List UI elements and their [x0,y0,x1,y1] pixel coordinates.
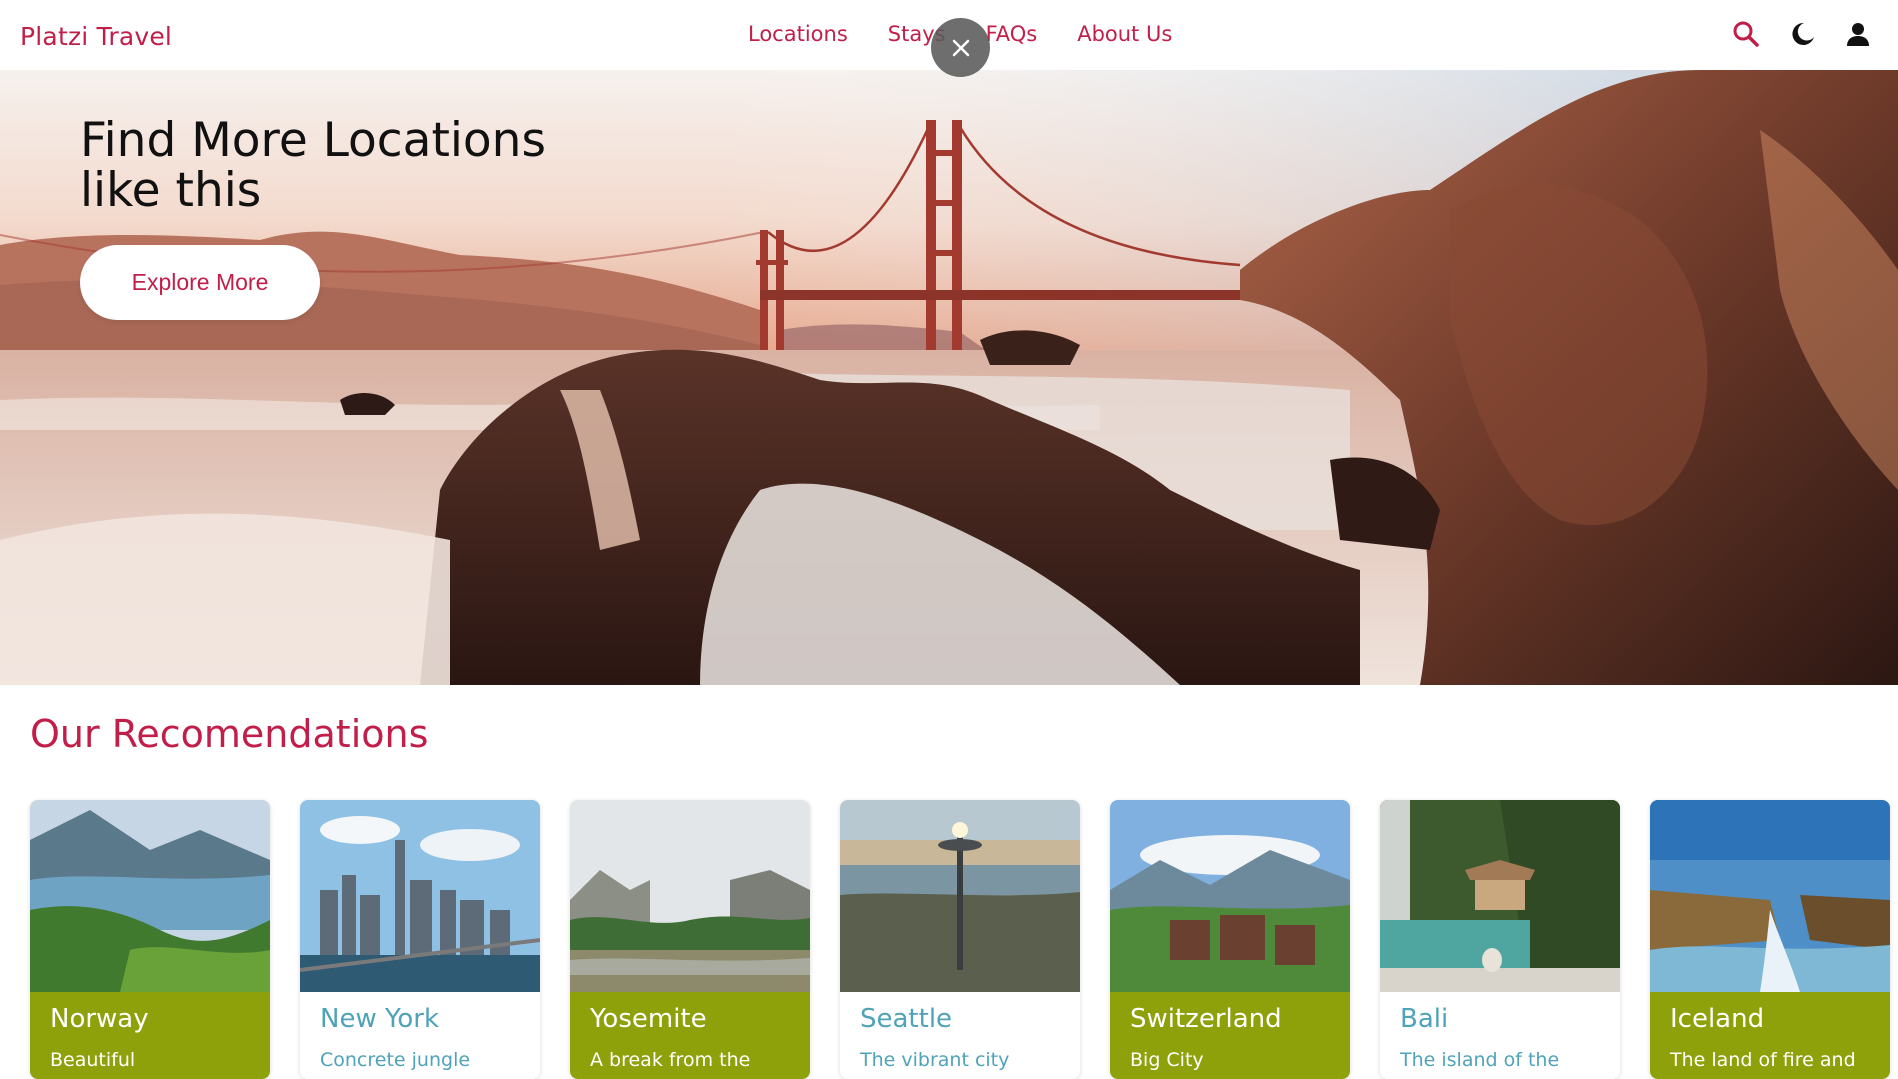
card-body: Iceland The land of fire and [1650,992,1890,1079]
card-body: Switzerland Big City [1110,992,1350,1079]
card-description: A break from the [590,1049,751,1071]
nav-faqs[interactable]: FAQs [986,22,1038,46]
close-icon [952,39,969,56]
card-title: Yosemite [590,1004,707,1034]
card-description: The land of fire and [1670,1049,1856,1071]
card-body: Bali The island of the [1380,992,1620,1079]
card-description: Big City [1130,1049,1204,1071]
recommendations-heading: Our Recomendations [30,712,429,756]
nav-locations[interactable]: Locations [748,22,848,46]
header-icons [1728,16,1898,56]
card-title: New York [320,1004,440,1034]
card-new-york[interactable]: New York Concrete jungle [300,800,540,1079]
card-image [300,800,540,992]
card-image [840,800,1080,992]
card-title: Norway [50,1004,149,1034]
card-title: Seattle [860,1004,953,1034]
nav-about-us[interactable]: About Us [1077,22,1172,46]
card-body: Seattle The vibrant city [840,992,1080,1079]
card-body: Yosemite A break from the [570,992,810,1079]
card-description: Beautiful [50,1049,136,1071]
hero-title: Find More Locations like this [80,113,546,218]
dark-mode-moon-icon[interactable] [1784,16,1820,52]
brand-logo[interactable]: Platzi Travel [20,22,172,51]
card-switzerland[interactable]: Switzerland Big City [1110,800,1350,1079]
card-image [1380,800,1620,992]
card-norway[interactable]: Norway Beautiful [30,800,270,1079]
close-button[interactable] [931,18,990,77]
card-image [1110,800,1350,992]
card-image [570,800,810,992]
card-title: Iceland [1670,1004,1765,1034]
hero-banner: Find More Locations like this Explore Mo… [0,70,1898,685]
card-description: The vibrant city [860,1049,1010,1071]
card-title: Switzerland [1130,1004,1282,1034]
user-icon[interactable] [1840,16,1876,52]
explore-more-button[interactable]: Explore More [80,245,320,320]
card-description: The island of the [1400,1049,1560,1071]
card-image [30,800,270,992]
card-yosemite[interactable]: Yosemite A break from the [570,800,810,1079]
card-body: Norway Beautiful [30,992,270,1079]
card-description: Concrete jungle [320,1049,471,1071]
card-title: Bali [1400,1004,1449,1034]
card-seattle[interactable]: Seattle The vibrant city [840,800,1080,1079]
card-iceland[interactable]: Iceland The land of fire and [1650,800,1890,1079]
search-icon[interactable] [1728,16,1764,52]
card-body: New York Concrete jungle [300,992,540,1079]
recommendations-carousel: Norway Beautiful New York Concrete jungl… [30,800,1898,1079]
card-image [1650,800,1890,992]
card-bali[interactable]: Bali The island of the [1380,800,1620,1079]
